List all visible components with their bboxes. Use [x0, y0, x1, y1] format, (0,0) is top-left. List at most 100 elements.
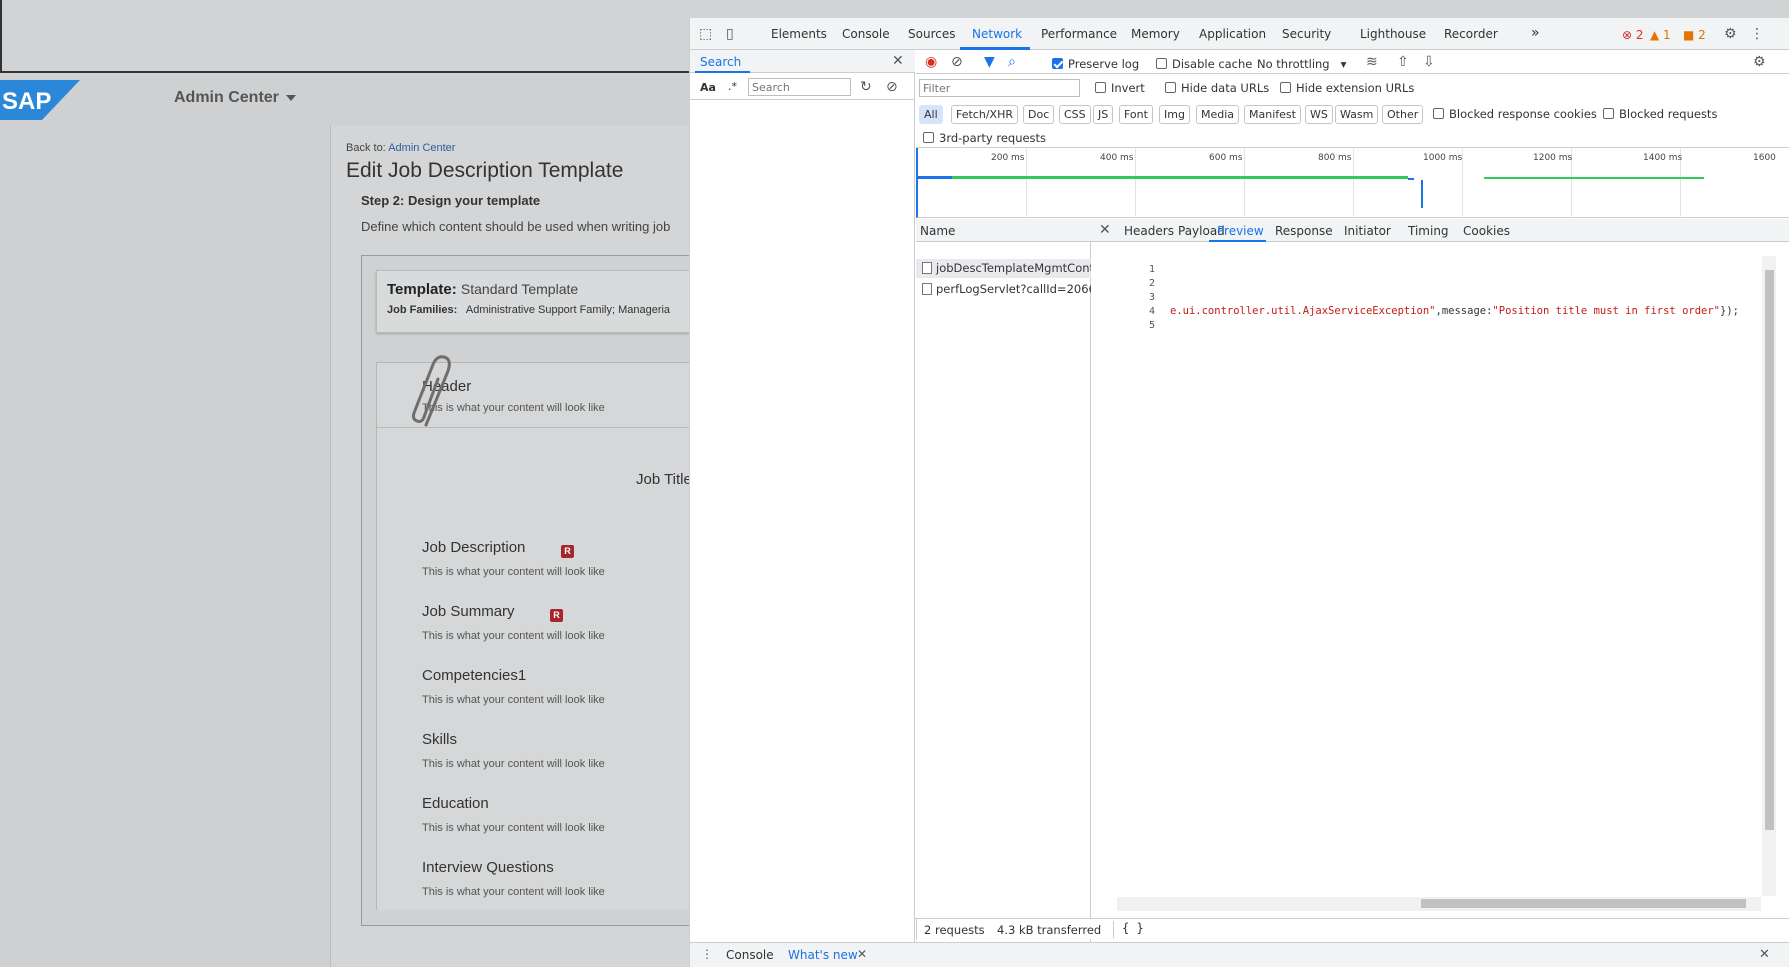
tab-preview[interactable]: Preview	[1217, 224, 1264, 238]
tab-security[interactable]: Security	[1282, 27, 1331, 41]
filter-js[interactable]: JS	[1093, 105, 1114, 124]
settings-gear-icon[interactable]: ⚙	[1724, 27, 1737, 41]
preview-horizontal-scrollbar-thumb[interactable]	[1421, 899, 1746, 908]
disable-cache-checkbox[interactable]: Disable cache	[1156, 57, 1252, 71]
import-har-icon[interactable]: ⇧	[1397, 55, 1409, 69]
gridline	[1244, 149, 1245, 218]
section-title-job-description[interactable]: Job Description	[422, 539, 525, 556]
tab-elements[interactable]: Elements	[771, 27, 827, 41]
filter-doc[interactable]: Doc	[1023, 105, 1055, 124]
issue-count[interactable]: ■ 2	[1683, 28, 1706, 42]
filter-wasm[interactable]: Wasm	[1335, 105, 1379, 124]
close-whats-new-icon[interactable]: ✕	[857, 947, 867, 961]
sap-logo[interactable]: SAP	[0, 80, 80, 120]
tab-timing[interactable]: Timing	[1408, 224, 1449, 238]
tab-lighthouse[interactable]: Lighthouse	[1360, 27, 1426, 41]
blocked-requests-checkbox[interactable]: Blocked requests	[1603, 107, 1717, 121]
filter-img[interactable]: Img	[1159, 105, 1190, 124]
tab-headers[interactable]: Headers	[1124, 224, 1174, 238]
search-input[interactable]	[748, 78, 851, 96]
tab-recorder[interactable]: Recorder	[1444, 27, 1498, 41]
tab-initiator[interactable]: Initiator	[1344, 224, 1391, 238]
refresh-icon[interactable]: ↻	[860, 80, 872, 94]
timeline-marker	[1421, 180, 1423, 208]
section-sub-education: This is what your content will look like	[422, 822, 605, 834]
section-title-education[interactable]: Education	[422, 795, 489, 812]
warning-count[interactable]: ▲ 1	[1650, 28, 1671, 42]
back-to-admin-center-link[interactable]: Admin Center	[388, 142, 455, 154]
tab-console[interactable]: Console	[842, 27, 890, 41]
clear-icon[interactable]: ⊘	[886, 80, 898, 94]
network-conditions-icon[interactable]: ≋	[1366, 55, 1378, 69]
search-icon[interactable]: ⌕	[1008, 55, 1016, 69]
third-party-requests-checkbox[interactable]: 3rd-party requests	[923, 131, 1046, 145]
blocked-response-cookies-checkbox[interactable]: Blocked response cookies	[1433, 107, 1597, 121]
throttling-select[interactable]: No throttling ▾	[1257, 57, 1346, 71]
invert-checkbox[interactable]: Invert	[1095, 81, 1145, 95]
gridline	[1026, 149, 1027, 218]
tab-memory[interactable]: Memory	[1131, 27, 1180, 41]
regex-button[interactable]: .*	[728, 80, 737, 93]
blocked-requests-label: Blocked requests	[1619, 107, 1718, 121]
document-icon	[922, 262, 932, 274]
filter-font[interactable]: Font	[1119, 105, 1153, 124]
section-title-interview-questions[interactable]: Interview Questions	[422, 859, 554, 876]
more-tabs-icon[interactable]: »	[1531, 25, 1540, 41]
close-search-icon[interactable]: ✕	[892, 54, 904, 68]
tab-response[interactable]: Response	[1275, 224, 1333, 238]
section-title-job-summary[interactable]: Job Summary	[422, 603, 515, 620]
name-header-label[interactable]: Name	[920, 224, 955, 238]
caret-down-icon	[285, 94, 296, 101]
close-detail-icon[interactable]: ✕	[1099, 223, 1111, 237]
request-row[interactable]: perfLogServlet?callId=206670...	[916, 280, 1091, 299]
filter-all[interactable]: All	[919, 105, 943, 124]
tab-application[interactable]: Application	[1199, 27, 1266, 41]
template-name: Template: Standard Template	[387, 281, 578, 298]
record-stop-icon[interactable]: ◉	[925, 55, 937, 69]
filter-input[interactable]	[919, 79, 1080, 97]
section-title-competencies[interactable]: Competencies1	[422, 667, 526, 684]
drawer-tab-whats-new[interactable]: What's new	[788, 948, 858, 962]
tab-network[interactable]: Network	[972, 27, 1022, 41]
filter-fetch-xhr[interactable]: Fetch/XHR	[951, 105, 1018, 124]
section-title-skills[interactable]: Skills	[422, 731, 457, 748]
drawer-tab-console[interactable]: Console	[726, 948, 774, 962]
match-case-button[interactable]: Aa	[700, 81, 716, 94]
invert-label: Invert	[1111, 81, 1145, 95]
hide-extension-urls-checkbox[interactable]: Hide extension URLs	[1280, 81, 1414, 95]
line-number: 5	[1148, 320, 1155, 331]
error-count[interactable]: ⊗ 2	[1622, 28, 1644, 42]
filter-other[interactable]: Other	[1382, 105, 1424, 124]
tab-cookies[interactable]: Cookies	[1463, 224, 1510, 238]
line-number: 2	[1148, 278, 1155, 289]
request-row[interactable]: jobDescTemplateMgmtControl...	[916, 259, 1091, 278]
preview-code-line[interactable]: e.ui.controller.util.AjaxServiceExceptio…	[1170, 305, 1739, 317]
close-drawer-icon[interactable]: ✕	[1759, 947, 1770, 962]
status-divider	[916, 919, 917, 940]
filter-ws[interactable]: WS	[1305, 105, 1333, 124]
tab-performance[interactable]: Performance	[1041, 27, 1117, 41]
filter-media[interactable]: Media	[1196, 105, 1240, 124]
tab-sources[interactable]: Sources	[908, 27, 955, 41]
filter-icon[interactable]: ▼	[984, 55, 995, 69]
line-number: 3	[1148, 292, 1155, 303]
filter-css[interactable]: CSS	[1059, 105, 1091, 124]
section-sub-job-summary: This is what your content will look like	[422, 630, 605, 642]
hide-data-urls-checkbox[interactable]: Hide data URLs	[1165, 81, 1269, 95]
filter-manifest[interactable]: Manifest	[1244, 105, 1301, 124]
preview-vertical-scrollbar-thumb[interactable]	[1765, 270, 1774, 830]
inspect-element-icon[interactable]: ⬚	[699, 27, 712, 41]
drawer-menu-icon[interactable]: ⋮	[701, 947, 713, 961]
request-name: perfLogServlet?callId=206670...	[936, 282, 1091, 296]
export-har-icon[interactable]: ⇩	[1423, 55, 1435, 69]
device-toolbar-icon[interactable]: ▯	[726, 27, 734, 41]
admin-center-menu[interactable]: Admin Center	[174, 89, 296, 107]
back-to-prefix: Back to:	[346, 142, 386, 154]
search-tab[interactable]: Search	[700, 55, 741, 69]
timeline-bar-blue	[1408, 178, 1414, 180]
pretty-print-button[interactable]: { }	[1113, 921, 1173, 938]
kebab-menu-icon[interactable]: ⋮	[1750, 27, 1764, 41]
preserve-log-checkbox[interactable]: Preserve log	[1052, 57, 1139, 71]
clear-log-icon[interactable]: ⊘	[951, 55, 963, 69]
network-settings-gear-icon[interactable]: ⚙	[1753, 55, 1766, 69]
